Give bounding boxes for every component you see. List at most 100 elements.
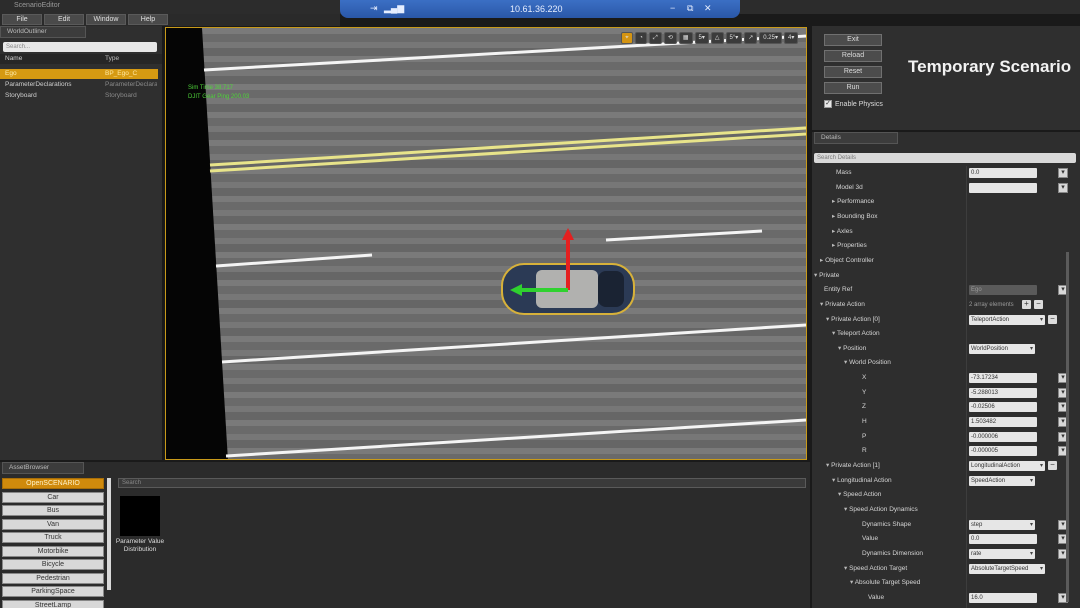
reset-dropdown-icon[interactable]: ▾ (1058, 182, 1068, 193)
enable-physics-checkbox[interactable]: ✓ (824, 100, 832, 108)
details-row[interactable]: ▾ Teleport Action (812, 327, 1074, 341)
scene-viewport[interactable]: Sim Time 38.717 DJIT Gear Ping 200.03 ⌖ … (165, 27, 807, 460)
menu-help[interactable]: Help (128, 14, 168, 25)
category-van[interactable]: Van (2, 518, 104, 530)
details-row[interactable]: ▾ Private Action [1] LongitudinalAction− (812, 459, 1074, 473)
reload-button[interactable]: Reload (824, 50, 882, 62)
collapse-arrow-icon[interactable]: ▾ (820, 301, 823, 308)
property-field[interactable]: -5.288013 (969, 387, 1037, 398)
details-row[interactable]: R -0.000005 ▾ (812, 444, 1074, 458)
close-icon[interactable]: ✕ (704, 3, 712, 14)
property-field[interactable]: 1.503482 (969, 417, 1037, 428)
details-row[interactable]: Value 16.0 ▾ (812, 591, 1074, 605)
details-row[interactable]: X -73.17234 ▾ (812, 371, 1074, 385)
add-element-icon[interactable]: + (1022, 299, 1031, 309)
details-row[interactable]: Entity Ref Ego ▾ (812, 283, 1074, 297)
collapse-arrow-icon[interactable]: ▾ (844, 359, 847, 366)
world-local-icon[interactable]: ⟲ (663, 32, 677, 44)
expand-arrow-icon[interactable]: ▸ (832, 242, 835, 249)
collapse-arrow-icon[interactable]: ▾ (832, 477, 835, 484)
outliner-row-storyboard[interactable]: Storyboard Storyboard (0, 91, 158, 101)
menu-edit[interactable]: Edit (44, 14, 84, 25)
clear-elements-icon[interactable]: − (1034, 299, 1043, 309)
details-row[interactable]: ▸ Axles (812, 225, 1074, 239)
scale-icon[interactable]: ⤢ (649, 32, 662, 44)
run-button[interactable]: Run (824, 82, 882, 94)
reset-dropdown-icon[interactable]: ▾ (1058, 168, 1068, 178)
collapse-arrow-icon[interactable]: ▾ (838, 491, 841, 498)
camera-speed-dropdown[interactable]: 4▾ (783, 32, 799, 44)
minimize-icon[interactable]: − (670, 3, 675, 13)
restore-icon[interactable]: ⧉ (687, 3, 693, 14)
collapse-arrow-icon[interactable]: ▾ (844, 506, 847, 513)
expand-arrow-icon[interactable]: ▸ (820, 257, 823, 264)
details-row[interactable]: ▸ Properties (812, 239, 1074, 253)
outliner-search-input[interactable]: Search... (3, 42, 157, 52)
exit-button[interactable]: Exit (824, 34, 882, 46)
remove-element-icon[interactable]: − (1048, 461, 1057, 470)
expand-arrow-icon[interactable]: ▸ (832, 213, 835, 220)
details-row[interactable]: ▸ Bounding Box (812, 210, 1074, 224)
details-row[interactable]: ▸ Performance (812, 195, 1074, 209)
property-field[interactable]: -0.02506 (969, 402, 1037, 413)
grid-snap-icon[interactable]: ▦ (678, 32, 693, 44)
details-row[interactable]: Mass 0.0 ▾ (812, 166, 1074, 180)
collapse-arrow-icon[interactable]: ▾ (832, 330, 835, 337)
pin-icon[interactable]: ⇥ (370, 3, 378, 14)
category-car[interactable]: Car (2, 491, 104, 503)
category-motorbike[interactable]: Motorbike (2, 545, 104, 557)
details-row[interactable]: ▾ Absolute Target Speed (812, 576, 1074, 590)
column-type[interactable]: Type (105, 54, 157, 64)
tab-world-outliner[interactable]: WorldOutliner (0, 26, 86, 38)
details-row[interactable]: ▸ Object Controller (812, 254, 1074, 268)
details-row[interactable]: Dynamics Dimension rate ▾ (812, 547, 1074, 561)
category-parkingspace[interactable]: ParkingSpace (2, 586, 104, 597)
collapse-arrow-icon[interactable]: ▾ (844, 565, 847, 572)
property-field[interactable]: -73.17234 (969, 373, 1037, 384)
details-row[interactable]: ▾ Private (812, 269, 1074, 283)
property-field[interactable]: 0.0 (969, 534, 1037, 545)
category-truck[interactable]: Truck (2, 532, 104, 543)
property-field[interactable]: Ego (969, 285, 1037, 296)
tab-asset-browser[interactable]: AssetBrowser (2, 462, 84, 474)
expand-arrow-icon[interactable]: ▸ (832, 198, 835, 205)
select-mode-icon[interactable]: ⌖ (621, 32, 633, 44)
reset-button[interactable]: Reset (824, 66, 882, 78)
property-field[interactable]: 16.0 (969, 592, 1037, 603)
details-row[interactable]: ▾ Private Action [0] TeleportAction− (812, 313, 1074, 327)
scale-snap-icon[interactable]: ↗ (744, 32, 758, 44)
collapse-arrow-icon[interactable]: ▾ (838, 345, 841, 352)
tab-details[interactable]: Details (814, 132, 898, 144)
angle-size-dropdown[interactable]: 5°▾ (725, 32, 743, 44)
details-search-input[interactable]: Search Details (814, 153, 1076, 163)
remove-element-icon[interactable]: − (1048, 314, 1057, 324)
rotate-icon[interactable]: ◔ (635, 32, 647, 44)
category-bus[interactable]: Bus (2, 505, 104, 516)
details-row[interactable]: Dynamics Shape step ▾ (812, 518, 1074, 532)
angle-snap-icon[interactable]: △ (710, 32, 724, 44)
details-row[interactable]: Model 3d ▾ (812, 181, 1074, 195)
collapse-arrow-icon[interactable]: ▾ (826, 316, 829, 323)
category-openscenario[interactable]: OpenSCENARIO (2, 478, 104, 489)
details-row[interactable]: ▾ World Position (812, 356, 1074, 370)
details-row[interactable]: ▾ Speed Action Dynamics (812, 503, 1074, 517)
property-field[interactable]: 0.0 (969, 168, 1037, 178)
menu-window[interactable]: Window (86, 14, 126, 25)
column-name[interactable]: Name (5, 54, 22, 64)
details-row[interactable]: ▾ Position WorldPosition (812, 342, 1074, 356)
asset-search-input[interactable]: Search (118, 478, 806, 488)
property-dropdown[interactable]: SpeedAction (969, 475, 1035, 486)
menu-file[interactable]: File (2, 14, 42, 25)
property-dropdown[interactable]: LongitudinalAction (969, 461, 1045, 471)
details-row[interactable]: P -0.000006 ▾ (812, 430, 1074, 444)
property-field[interactable] (969, 182, 1037, 193)
property-dropdown[interactable]: WorldPosition (969, 343, 1035, 354)
grid-size-dropdown[interactable]: 5▾ (694, 32, 709, 44)
category-pedestrian[interactable]: Pedestrian (2, 572, 104, 584)
property-dropdown[interactable]: TeleportAction (969, 314, 1045, 325)
category-bicycle[interactable]: Bicycle (2, 559, 104, 570)
outliner-row-ego[interactable]: Ego BP_Ego_C (0, 69, 158, 79)
category-streetlamp[interactable]: StreetLamp (2, 599, 104, 608)
property-dropdown[interactable]: AbsoluteTargetSpeed (969, 563, 1045, 574)
asset-thumbnail[interactable] (120, 496, 160, 536)
